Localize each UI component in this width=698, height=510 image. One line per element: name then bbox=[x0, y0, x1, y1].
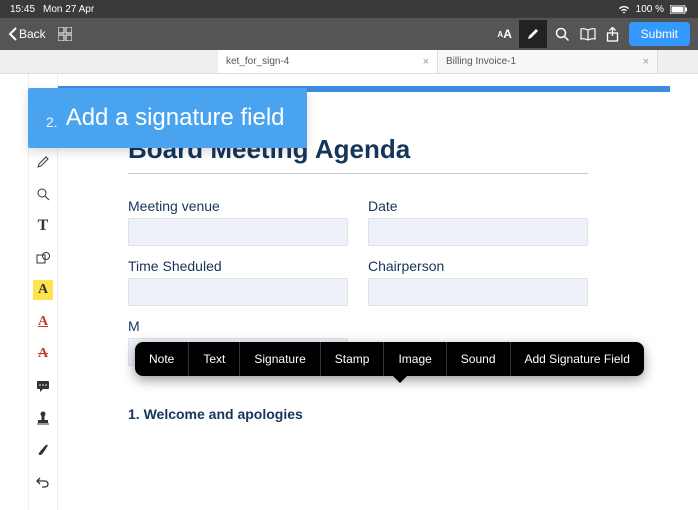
field-input-venue[interactable] bbox=[128, 218, 348, 246]
magnify-tool-icon[interactable] bbox=[33, 184, 53, 204]
field-label-date: Date bbox=[368, 198, 588, 214]
title-divider bbox=[128, 173, 588, 174]
submit-button[interactable]: Submit bbox=[629, 22, 690, 46]
strike-tool-icon[interactable]: A bbox=[33, 344, 53, 364]
menu-item-text[interactable]: Text bbox=[189, 342, 240, 376]
agenda-item-1: 1. Welcome and apologies bbox=[128, 406, 630, 422]
status-bar: 15:45 Mon 27 Apr 100 % bbox=[0, 0, 698, 18]
annotate-button[interactable] bbox=[519, 20, 547, 48]
menu-item-stamp[interactable]: Stamp bbox=[321, 342, 385, 376]
menu-item-add-signature-field[interactable]: Add Signature Field bbox=[511, 342, 644, 376]
status-battery-text: 100 % bbox=[636, 4, 664, 15]
tab-document-1[interactable]: ket_for_sign-4 × bbox=[218, 50, 438, 73]
tab-document-2[interactable]: Billing Invoice-1 × bbox=[438, 50, 658, 73]
instruction-callout: 2. Add a signature field bbox=[28, 88, 307, 148]
callout-number: 2. bbox=[46, 114, 58, 130]
shape-tool-icon[interactable] bbox=[33, 248, 53, 268]
tab-strip: ket_for_sign-4 × Billing Invoice-1 × bbox=[0, 50, 698, 74]
document-content: Board Meeting Agenda Meeting venue Date … bbox=[128, 134, 630, 422]
back-label: Back bbox=[19, 27, 46, 41]
menu-item-note[interactable]: Note bbox=[135, 342, 189, 376]
pen-tool-icon[interactable] bbox=[33, 152, 53, 172]
tab-label: Billing Invoice-1 bbox=[446, 56, 516, 67]
field-label-time: Time Sheduled bbox=[128, 258, 348, 274]
text-tool-icon[interactable]: T bbox=[33, 216, 53, 236]
stamp-tool-icon[interactable] bbox=[33, 408, 53, 428]
share-icon[interactable] bbox=[606, 27, 619, 42]
highlight-tool-icon[interactable]: A bbox=[33, 280, 53, 300]
field-input-time[interactable] bbox=[128, 278, 348, 306]
field-label-venue: Meeting venue bbox=[128, 198, 348, 214]
comment-tool-icon[interactable] bbox=[33, 376, 53, 396]
brush-tool-icon[interactable] bbox=[33, 440, 53, 460]
tab-label: ket_for_sign-4 bbox=[226, 56, 289, 67]
tab-close-icon[interactable]: × bbox=[643, 56, 649, 68]
book-icon[interactable] bbox=[580, 28, 596, 41]
tab-close-icon[interactable]: × bbox=[423, 56, 429, 68]
main-toolbar: Back AA Submit bbox=[0, 18, 698, 50]
battery-icon bbox=[670, 5, 688, 14]
menu-item-sound[interactable]: Sound bbox=[447, 342, 511, 376]
annotation-context-menu: Note Text Signature Stamp Image Sound Ad… bbox=[135, 342, 644, 376]
field-label-minute: M bbox=[128, 318, 348, 334]
field-input-date[interactable] bbox=[368, 218, 588, 246]
menu-item-image[interactable]: Image bbox=[384, 342, 446, 376]
thumbnails-icon[interactable] bbox=[58, 27, 72, 41]
menu-item-signature[interactable]: Signature bbox=[240, 342, 320, 376]
text-size-button[interactable]: AA bbox=[491, 20, 519, 48]
underline-tool-icon[interactable]: A bbox=[33, 312, 53, 332]
search-icon[interactable] bbox=[555, 27, 570, 42]
field-input-chair[interactable] bbox=[368, 278, 588, 306]
status-time: 15:45 bbox=[10, 4, 35, 15]
callout-text: Add a signature field bbox=[66, 104, 285, 132]
back-button[interactable]: Back bbox=[8, 27, 46, 41]
wifi-icon bbox=[618, 5, 630, 14]
undo-tool-icon[interactable] bbox=[33, 472, 53, 492]
status-date: Mon 27 Apr bbox=[43, 4, 94, 15]
field-label-chair: Chairperson bbox=[368, 258, 588, 274]
